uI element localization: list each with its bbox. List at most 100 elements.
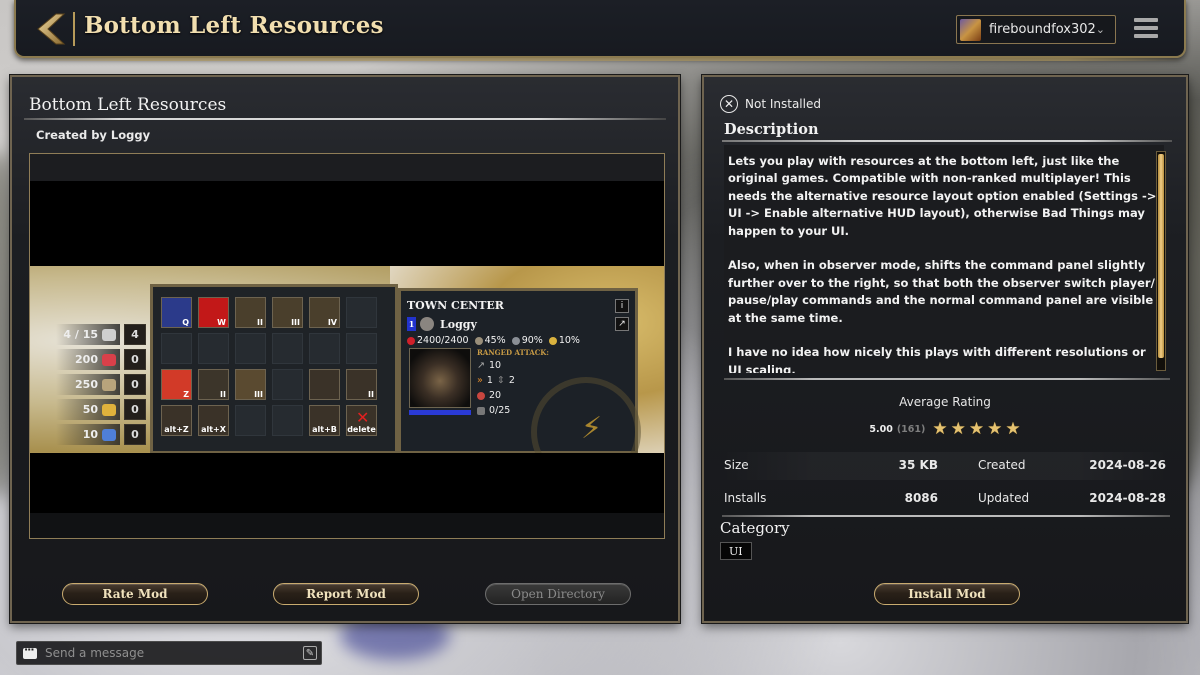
unit-hp-value: 2400/2400	[417, 335, 469, 346]
crush-armor-icon	[548, 336, 557, 345]
resource-row: 200	[56, 349, 120, 370]
rate-stat: » 1 ⇕ 2	[477, 375, 515, 386]
unit-stats: 2400/2400 45% 90% 10%	[407, 335, 580, 346]
command-slot	[346, 333, 377, 364]
user-profile-dropdown[interactable]: fireboundfox302 ⌄	[956, 15, 1116, 44]
back-button[interactable]	[32, 12, 70, 46]
hack-armor-value: 45%	[484, 335, 506, 346]
report-mod-button[interactable]: Report Mod	[273, 583, 419, 605]
pierce-armor-icon	[511, 336, 520, 345]
unit-owner: 1 Loggy	[407, 317, 477, 331]
command-slot: W	[198, 297, 229, 328]
resource-gatherer-count: 4	[124, 324, 146, 345]
resource-gatherer-count: 0	[124, 349, 146, 370]
command-slot: III	[235, 369, 266, 400]
command-slot: Z	[161, 369, 192, 400]
rate-icon: »	[477, 375, 483, 386]
mod-author: Created by Loggy	[36, 128, 151, 142]
hamburger-menu-button[interactable]	[1134, 18, 1158, 40]
open-directory-button[interactable]: Open Directory	[485, 583, 631, 605]
command-slot	[161, 333, 192, 364]
scrollbar-thumb[interactable]	[1158, 154, 1164, 358]
range-value: 2	[508, 375, 515, 386]
divider	[722, 140, 1172, 142]
back-arrow-icon	[37, 13, 66, 45]
god-portrait-icon	[420, 317, 434, 331]
star-icon: ★	[987, 419, 1003, 439]
description-paragraph: I have no idea how nicely this plays wit…	[728, 345, 1146, 373]
los-value: 20	[489, 390, 502, 401]
lightning-bolt-icon: ⚡	[581, 411, 603, 446]
player-number-badge: 1	[407, 317, 416, 331]
command-slot: ✕ delete	[346, 405, 377, 436]
description-paragraph: Also, when in observer mode, shifts the …	[728, 258, 1155, 325]
installs-value: 8086	[904, 491, 938, 505]
unit-portrait	[409, 348, 471, 408]
attack-type-label: RANGED ATTACK:	[477, 348, 549, 357]
resource-amount: 250	[75, 378, 98, 391]
hotkey-label: Z	[183, 390, 189, 399]
description-text-area[interactable]: Lets you play with resources at the bott…	[724, 145, 1164, 373]
command-slot	[272, 405, 303, 436]
pierce-armor-value: 90%	[521, 335, 543, 346]
los-stat: 20	[477, 390, 501, 401]
heart-icon	[407, 336, 415, 345]
chevron-down-icon: ⌄	[1095, 23, 1105, 36]
avatar	[960, 18, 981, 41]
stats-graph-button: ↗	[615, 317, 629, 331]
resource-row: 4 / 15	[56, 324, 120, 345]
resource-amount: 10	[82, 428, 98, 441]
edit-icon[interactable]: ✎	[303, 646, 317, 660]
category-tag[interactable]: UI	[720, 542, 752, 560]
hotkey-label: IV	[327, 318, 337, 327]
hotkey-label: II	[368, 390, 374, 399]
resource-row: 250	[56, 374, 120, 395]
hotkey-label: Q	[182, 318, 189, 327]
mod-title: Bottom Left Resources	[29, 95, 227, 115]
message-input[interactable]	[45, 646, 295, 660]
damage-value: 10	[488, 360, 502, 371]
updated-label: Updated	[978, 491, 1030, 505]
command-slot	[198, 333, 229, 364]
stats-row-size-created: Size 35 KB Created 2024-08-26	[722, 452, 1168, 480]
chat-box: ✎	[16, 641, 322, 665]
favor-icon	[102, 428, 116, 441]
description-scrollbar[interactable]	[1156, 151, 1166, 371]
command-slot: Q	[161, 297, 192, 328]
description-paragraph: Lets you play with resources at the bott…	[728, 154, 1157, 238]
star-icon: ★	[950, 419, 966, 439]
install-mod-button[interactable]: Install Mod	[874, 583, 1020, 605]
category-heading: Category	[720, 519, 790, 537]
resource-gatherer-count: 0	[124, 424, 146, 445]
not-installed-icon: ✕	[720, 95, 738, 113]
garrison-stat: 0/25	[477, 405, 510, 416]
hotkey-label: II	[257, 318, 263, 327]
house-icon	[102, 328, 116, 341]
hotkey-label: alt+Z	[164, 425, 189, 434]
mod-details-panel: ✕ Not Installed Description Lets you pla…	[702, 75, 1188, 623]
gold-icon	[102, 403, 116, 416]
resource-amount: 50	[82, 403, 98, 416]
command-slot: alt+B	[309, 405, 340, 436]
size-label: Size	[724, 458, 749, 472]
divider	[722, 515, 1170, 517]
command-slot	[272, 369, 303, 400]
menu-icon-bar	[1134, 18, 1158, 22]
range-icon: ⇕	[496, 375, 505, 386]
command-slot	[309, 333, 340, 364]
rating-value: 5.00	[869, 424, 893, 435]
resource-row: 10	[56, 424, 120, 445]
rating-label: Average Rating	[899, 395, 991, 409]
command-slot	[272, 333, 303, 364]
install-status: ✕ Not Installed	[720, 95, 821, 113]
hotkey-label: W	[217, 318, 226, 327]
rate-value: 1	[486, 375, 493, 386]
stats-row-installs-updated: Installs 8086 Updated 2024-08-28	[722, 485, 1168, 513]
rate-mod-button[interactable]: Rate Mod	[62, 583, 208, 605]
unit-health-bar	[409, 410, 471, 415]
command-slot: alt+Z	[161, 405, 192, 436]
mod-screenshot: 4 / 15 4 200 0 250 0 50 0 10 0 Q W II III IV Z II III II a…	[29, 153, 665, 539]
wood-icon	[102, 378, 116, 391]
command-slot: alt+X	[198, 405, 229, 436]
created-label: Created	[978, 458, 1026, 472]
